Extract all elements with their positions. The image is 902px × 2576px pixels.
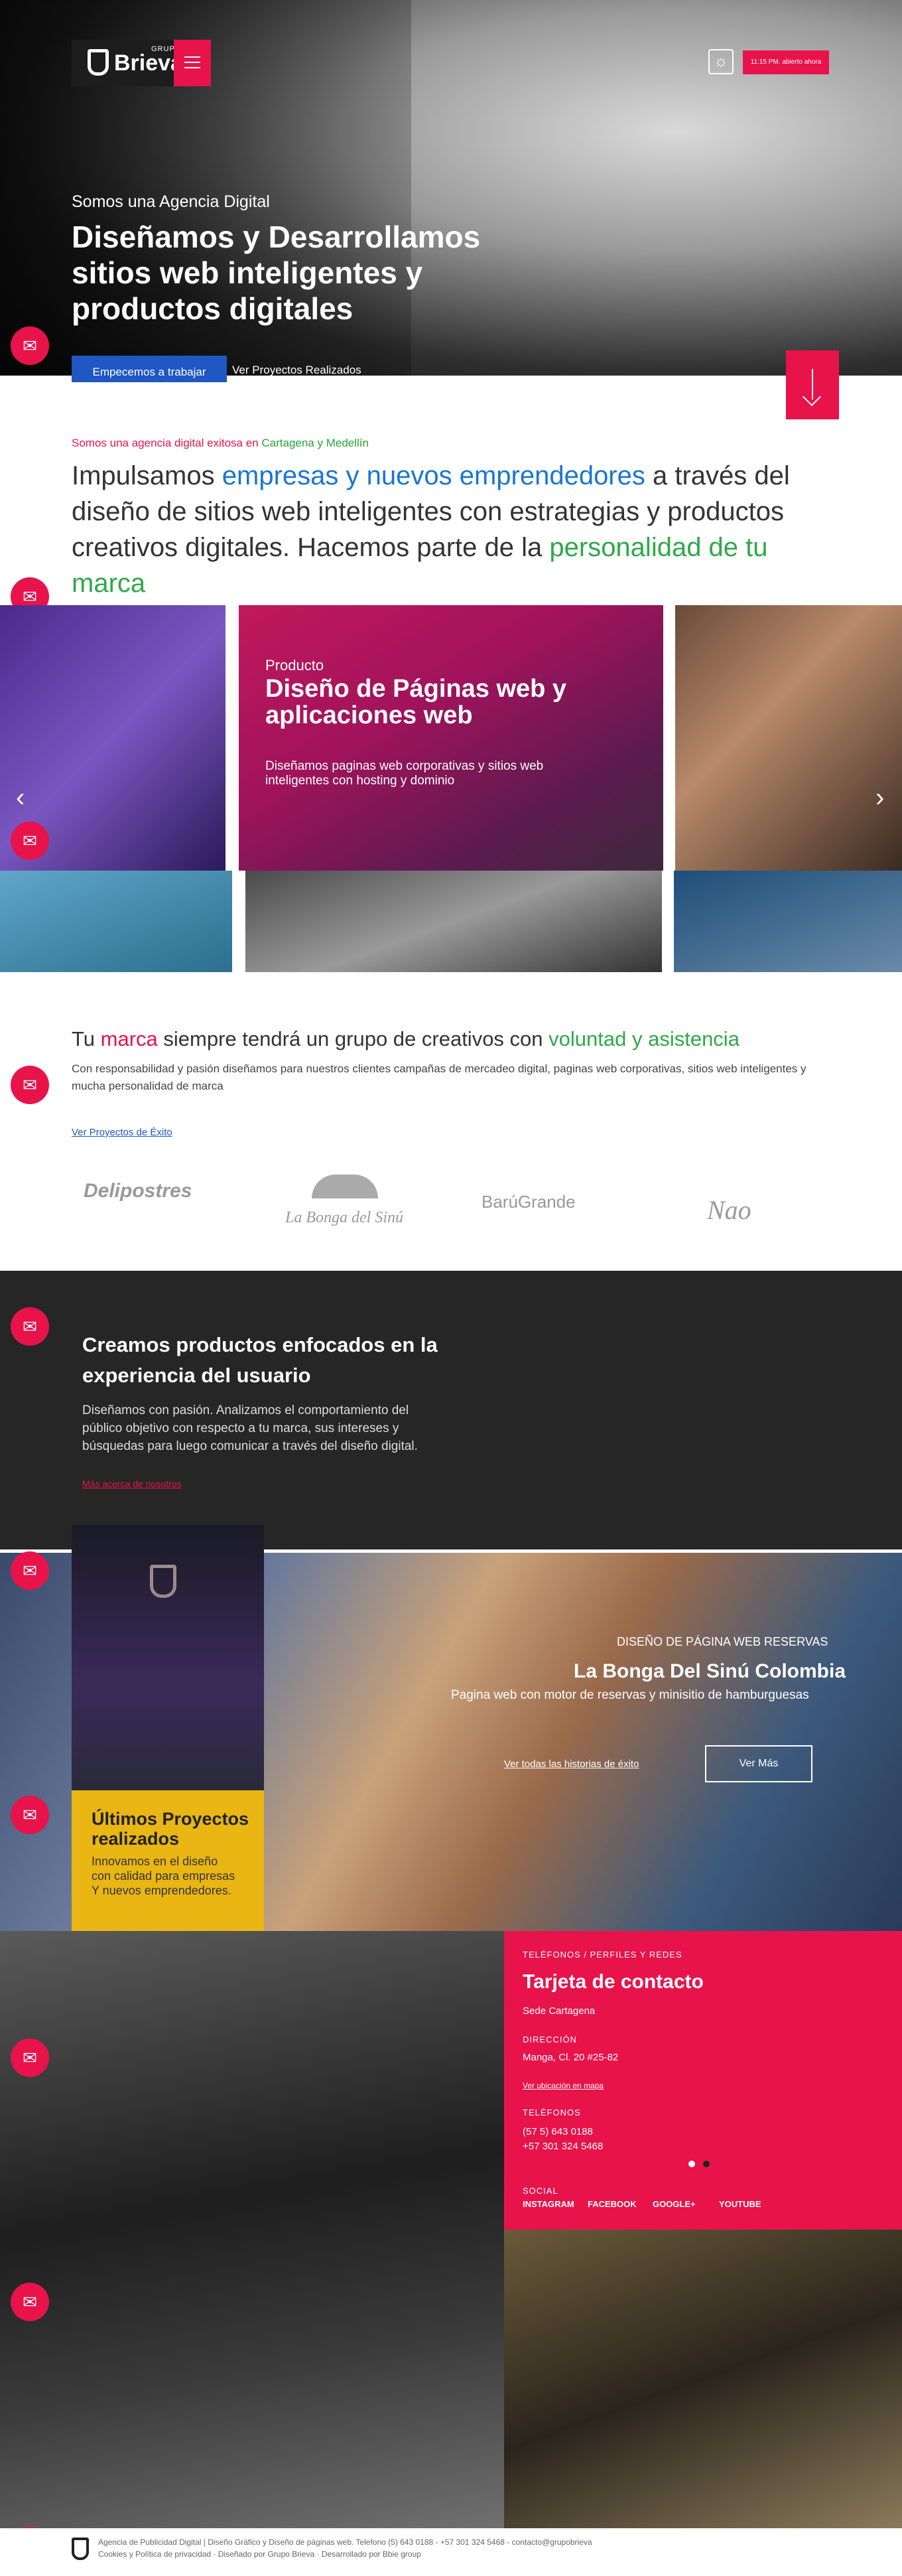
footer-logo-icon bbox=[72, 2538, 89, 2560]
office-photo bbox=[0, 1931, 504, 2528]
scroll-down-button[interactable] bbox=[786, 350, 839, 419]
intro-statement: Impulsamos empresas y nuevos emprendedor… bbox=[72, 458, 834, 601]
footer-line-1: Agencia de Publicidad Digital | Diseño G… bbox=[98, 2538, 592, 2547]
camera-lens-photo bbox=[504, 2230, 902, 2528]
chat-bubble-icon[interactable]: ✉ bbox=[11, 2283, 49, 2321]
intro-kicker-text: Somos una agencia digital exitosa en bbox=[72, 437, 259, 449]
intro-text-a: Impulsamos bbox=[72, 461, 215, 490]
client-logo-delipostres: Delipostres bbox=[84, 1180, 192, 1202]
project-description: Pagina web con motor de reservas y minis… bbox=[451, 1688, 809, 1702]
brand-title-c: siempre tendrá un grupo de creativos con bbox=[163, 1027, 543, 1050]
team-photo bbox=[72, 1525, 264, 1790]
slide-image bbox=[245, 871, 662, 972]
hero-kicker: Somos una Agencia Digital bbox=[72, 192, 270, 211]
phone-1: (57 5) 643 0188 bbox=[523, 2126, 593, 2137]
social-youtube[interactable]: YOUTUBE bbox=[719, 2199, 761, 2209]
carousel-dot[interactable] bbox=[688, 2161, 695, 2167]
slide-image bbox=[0, 871, 232, 972]
client-logo-bonga: La Bonga del Sinú bbox=[285, 1209, 403, 1226]
latest-projects-title: Últimos Proyectos realizados bbox=[92, 1809, 249, 1849]
chat-bubble-icon[interactable]: ✉ bbox=[11, 1066, 49, 1104]
social-label: SOCIAL bbox=[523, 2186, 558, 2196]
chat-bubble-icon[interactable]: ✉ bbox=[11, 1796, 49, 1834]
product-slider: Producto Diseño de Páginas web y aplicac… bbox=[0, 605, 902, 972]
menu-button[interactable] bbox=[174, 40, 211, 86]
slide-title: Diseño de Páginas web y aplicaciones web bbox=[265, 675, 567, 729]
brand-title-b: marca bbox=[100, 1027, 158, 1050]
address-label: DIRECCIÓN bbox=[523, 2035, 577, 2044]
chat-bubble-icon[interactable]: ✉ bbox=[11, 1551, 49, 1590]
intro-text-b: empresas y nuevos emprendedores bbox=[222, 461, 645, 490]
contact-sede: Sede Cartagena bbox=[523, 2005, 596, 2017]
success-projects-link[interactable]: Ver Proyectos de Éxito bbox=[72, 1127, 172, 1138]
hamburger-line bbox=[184, 56, 200, 58]
client-logo-barugrande: BarúGrande bbox=[482, 1192, 576, 1212]
logo-mark-icon bbox=[88, 49, 109, 76]
phones-label: TELÉFONOS bbox=[523, 2108, 581, 2117]
brand-title: Tu marca siempre tendrá un grupo de crea… bbox=[72, 1027, 740, 1051]
brand-description: Con responsabilidad y pasión diseñamos p… bbox=[72, 1062, 806, 1092]
project-kicker: DISEÑO DE PÁGINA WEB RESERVAS bbox=[617, 1635, 828, 1648]
slider-prev-icon[interactable]: ‹ bbox=[16, 783, 25, 813]
view-projects-link[interactable]: Ver Proyectos Realizados bbox=[232, 364, 361, 377]
tree-icon bbox=[312, 1175, 378, 1198]
social-facebook[interactable]: FACEBOOK bbox=[588, 2199, 637, 2209]
intro-kicker-cities: Cartagena y Medellín bbox=[261, 437, 369, 449]
brand-title-a: Tu bbox=[72, 1027, 96, 1050]
logo-word: Brieva bbox=[114, 50, 183, 76]
chat-bubble-icon[interactable]: ✉ bbox=[11, 2039, 49, 2077]
start-working-button[interactable]: Empecemos a trabajar bbox=[72, 356, 227, 382]
slide-kicker: Producto bbox=[265, 657, 324, 674]
chat-bubble-icon[interactable]: ✉ bbox=[11, 326, 49, 365]
brand-title-d: voluntad y asistencia bbox=[548, 1027, 740, 1050]
social-googleplus[interactable]: GOOGLE+ bbox=[653, 2199, 696, 2209]
arrow-down-head-icon bbox=[802, 387, 822, 407]
slide-image bbox=[674, 871, 902, 972]
slide-image-active bbox=[239, 605, 663, 871]
all-stories-link[interactable]: Ver todas las historias de éxito bbox=[504, 1758, 639, 1770]
about-us-link[interactable]: Más acerca de nosotros bbox=[82, 1478, 181, 1489]
theme-toggle-sun-icon[interactable]: ☼ bbox=[708, 49, 734, 74]
map-link[interactable]: Ver ubicación en mapa bbox=[523, 2081, 604, 2090]
chat-bubble-icon[interactable]: ✉ bbox=[11, 822, 49, 860]
address-value: Manga, Cl. 20 #25-82 bbox=[523, 2052, 619, 2063]
hero-title: Diseñamos y Desarrollamos sitios web int… bbox=[72, 220, 481, 326]
footer: Agencia de Publicidad Digital | Diseño G… bbox=[0, 2528, 902, 2576]
latest-projects-desc: Innovamos en el diseño con calidad para … bbox=[92, 1855, 235, 1897]
phone-2: +57 301 324 5468 bbox=[523, 2141, 604, 2152]
hamburger-line bbox=[184, 62, 200, 63]
contact-kicker: TELÉFONOS / PERFILES Y REDES bbox=[523, 1950, 682, 1960]
ux-title: Creamos productos enfocados en la experi… bbox=[82, 1333, 438, 1387]
slider-next-icon[interactable]: › bbox=[875, 783, 884, 813]
social-instagram[interactable]: INSTAGRAM bbox=[523, 2199, 574, 2209]
contact-title: Tarjeta de contacto bbox=[523, 1971, 704, 1993]
ux-description: Diseñamos con pasión. Analizamos el comp… bbox=[82, 1403, 418, 1453]
chat-bubble-icon[interactable]: ✉ bbox=[11, 1307, 49, 1346]
contact-card: TELÉFONOS / PERFILES Y REDES Tarjeta de … bbox=[504, 1931, 902, 2230]
intro-kicker: Somos una agencia digital exitosa en Car… bbox=[72, 437, 369, 450]
slide-description: Diseñamos paginas web corporativas y sit… bbox=[265, 759, 544, 788]
latest-projects-card: Últimos Proyectos realizados Innovamos e… bbox=[72, 1790, 264, 1931]
hamburger-line bbox=[184, 67, 200, 68]
open-status-badge: 11:15 PM. abierto ahora bbox=[743, 50, 829, 74]
project-title: La Bonga Del Sinú Colombia bbox=[574, 1660, 846, 1682]
client-logo-nao: Nao bbox=[707, 1195, 751, 1225]
brieva-mark-icon bbox=[150, 1565, 176, 1598]
see-more-button[interactable]: Ver Más bbox=[705, 1745, 812, 1782]
slide-image bbox=[675, 605, 902, 871]
footer-line-2[interactable]: Cookies y Política de privacidad · Diseñ… bbox=[98, 2549, 421, 2559]
carousel-dot-active[interactable] bbox=[703, 2161, 710, 2167]
